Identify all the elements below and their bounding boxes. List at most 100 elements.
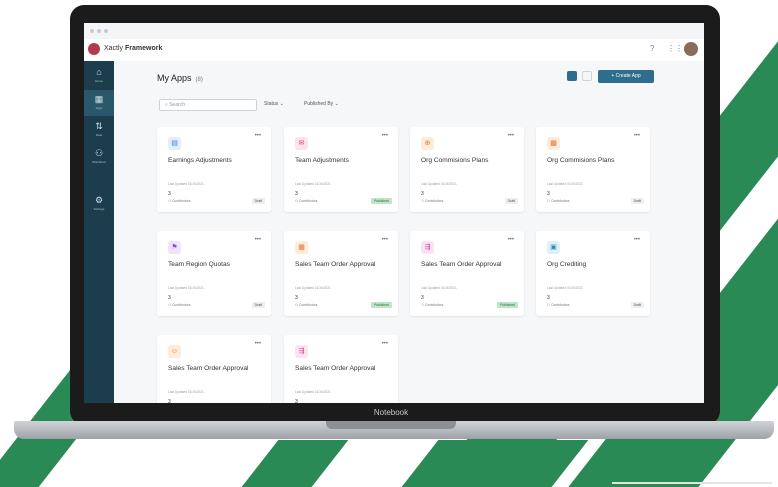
last-updated: Last Updated 01/16/2021 (168, 286, 204, 290)
last-updated: Last Updated 01/16/2021 (295, 286, 331, 290)
more-options-icon[interactable]: ••• (382, 237, 388, 243)
sidebar-item-data[interactable]: ⇅ Data (84, 117, 114, 143)
app-icon: ☺ (168, 345, 181, 358)
app-title: Sales Team Order Approval (168, 365, 249, 372)
contributors-label: ⚇ Contributors (168, 303, 191, 307)
laptop-notch (326, 421, 456, 429)
more-options-icon[interactable]: ••• (255, 133, 261, 139)
grid-view-toggle[interactable] (567, 71, 577, 81)
nav-label: Home (94, 79, 103, 83)
app-card[interactable]: ☺ ••• Sales Team Order Approval Last Update… (157, 335, 271, 403)
app-title: Sales Team Order Approval (295, 261, 376, 268)
nav-icon: ⚙ (94, 195, 104, 205)
apps-grid-icon[interactable]: ⋮⋮ (667, 44, 683, 53)
contributor-count: 3 (421, 295, 424, 301)
sidebar-item-workflows[interactable]: ⚇ Workflows (84, 144, 114, 170)
app-title: Org Crediting (547, 261, 587, 268)
app-title: Org Commisions Plans (547, 157, 615, 164)
window-dot[interactable] (97, 29, 101, 33)
app-card[interactable]: ▤ ••• Earnings Adjustments Last Updated 01/… (157, 127, 271, 212)
more-options-icon[interactable]: ••• (508, 133, 514, 139)
app-icon: ⊕ (421, 137, 434, 150)
app-card[interactable]: ▩ ••• Org Commisions Plans Last Updated 01/… (536, 127, 650, 212)
app-title: Sales Team Order Approval (421, 261, 502, 268)
last-updated: Last Updated 01/16/2021 (421, 182, 457, 186)
app-icon: ▦ (295, 241, 308, 254)
contributor-count: 3 (295, 191, 298, 197)
app-title: Team Region Quotas (168, 261, 230, 268)
contributors-label: ⚇ Contributors (168, 199, 191, 203)
app-title: Org Commisions Plans (421, 157, 489, 164)
status-badge: Draft (630, 302, 644, 308)
last-updated: Last Updated 01/16/2021 (295, 182, 331, 186)
more-options-icon[interactable]: ••• (255, 341, 261, 347)
more-options-icon[interactable]: ••• (255, 237, 261, 243)
contributors-label: ⚇ Contributors (295, 199, 318, 203)
app-card[interactable]: ▣ ••• Org Crediting Last Updated 01/16/2021… (536, 231, 650, 316)
app-card[interactable]: ▦ ••• Sales Team Order Approval Last Update… (284, 231, 398, 316)
more-options-icon[interactable]: ••• (382, 341, 388, 347)
laptop-label: Notebook (373, 408, 409, 417)
app-card[interactable]: ⊕ ••• Org Commisions Plans Last Updated 01/… (410, 127, 524, 212)
contributors-label: ⚇ Contributors (295, 303, 318, 307)
nav-label: Workflows (92, 160, 106, 164)
app-icon: ✉ (295, 137, 308, 150)
help-icon[interactable]: ? (650, 44, 654, 53)
xactly-logo (88, 43, 100, 55)
published-by-filter[interactable]: Published By ⌄ (304, 101, 339, 107)
window-titlebar (84, 23, 704, 40)
more-options-icon[interactable]: ••• (508, 237, 514, 243)
decorative-stripe (401, 440, 589, 487)
search-input[interactable]: ⌕ Search (159, 99, 257, 111)
sidebar-item-settings[interactable]: ⚙ Settings (84, 191, 114, 217)
last-updated: Last Updated 01/16/2021 (547, 182, 583, 186)
decorative-line (612, 482, 772, 484)
app-count: (8) (195, 77, 203, 83)
status-badge: Published (497, 302, 518, 308)
app-screen: Xactly Framework ? ⋮⋮ ⌂ Home ▦ Apps ⇅ Data ⚇ Wo… (84, 23, 704, 403)
decorative-stripe (241, 440, 349, 487)
nav-icon: ▦ (94, 94, 104, 104)
last-updated: Last Updated 01/16/2021 (547, 286, 583, 290)
sidebar-item-apps[interactable]: ▦ Apps (84, 90, 114, 116)
app-icon: ⇶ (421, 241, 434, 254)
app-card[interactable]: ⚑ ••• Team Region Quotas Last Updated 01/16… (157, 231, 271, 316)
nav-label: Settings (93, 207, 105, 211)
last-updated: Last Updated 01/16/2021 (421, 286, 457, 290)
sidebar: ⌂ Home ▦ Apps ⇅ Data ⚇ Workflows ⚙ Settings (84, 61, 114, 403)
app-title: Team Adjustments (295, 157, 349, 164)
nav-icon: ⇅ (95, 121, 103, 131)
app-card[interactable]: ✉ ••• Team Adjustments Last Updated 01/16/2… (284, 127, 398, 212)
window-dot[interactable] (104, 29, 108, 33)
nav-label: Data (95, 133, 103, 137)
app-card[interactable]: ⇶ ••• Sales Team Order Approval Last Update… (284, 335, 398, 403)
app-icon: ▤ (168, 137, 181, 150)
more-options-icon[interactable]: ••• (634, 237, 640, 243)
contributor-count: 3 (168, 191, 171, 197)
contributor-count: 3 (421, 191, 424, 197)
contributor-count: 3 (168, 399, 171, 403)
window-dot[interactable] (90, 29, 94, 33)
app-card[interactable]: ⇶ ••• Sales Team Order Approval Last Update… (410, 231, 524, 316)
app-title: Earnings Adjustments (168, 157, 232, 164)
contributor-count: 3 (547, 191, 550, 197)
status-badge: Draft (504, 198, 518, 204)
more-options-icon[interactable]: ••• (382, 133, 388, 139)
contributor-count: 3 (168, 295, 171, 301)
create-app-button[interactable]: + Create App (598, 70, 654, 83)
status-badge: Draft (630, 198, 644, 204)
app-header: Xactly Framework ? ⋮⋮ (84, 39, 704, 62)
contributors-label: ⚇ Contributors (421, 303, 444, 307)
sidebar-item-home[interactable]: ⌂ Home (84, 63, 114, 89)
last-updated: Last Updated 01/16/2021 (168, 182, 204, 186)
app-icon: ▩ (547, 137, 560, 150)
app-icon: ▣ (547, 241, 560, 254)
app-title: Sales Team Order Approval (295, 365, 376, 372)
status-filter[interactable]: Status ⌄ (264, 101, 284, 107)
contributor-count: 3 (547, 295, 550, 301)
list-view-toggle[interactable] (582, 71, 592, 81)
user-avatar[interactable] (684, 42, 698, 56)
contributor-count: 3 (295, 399, 298, 403)
more-options-icon[interactable]: ••• (634, 133, 640, 139)
status-badge: Draft (251, 198, 265, 204)
